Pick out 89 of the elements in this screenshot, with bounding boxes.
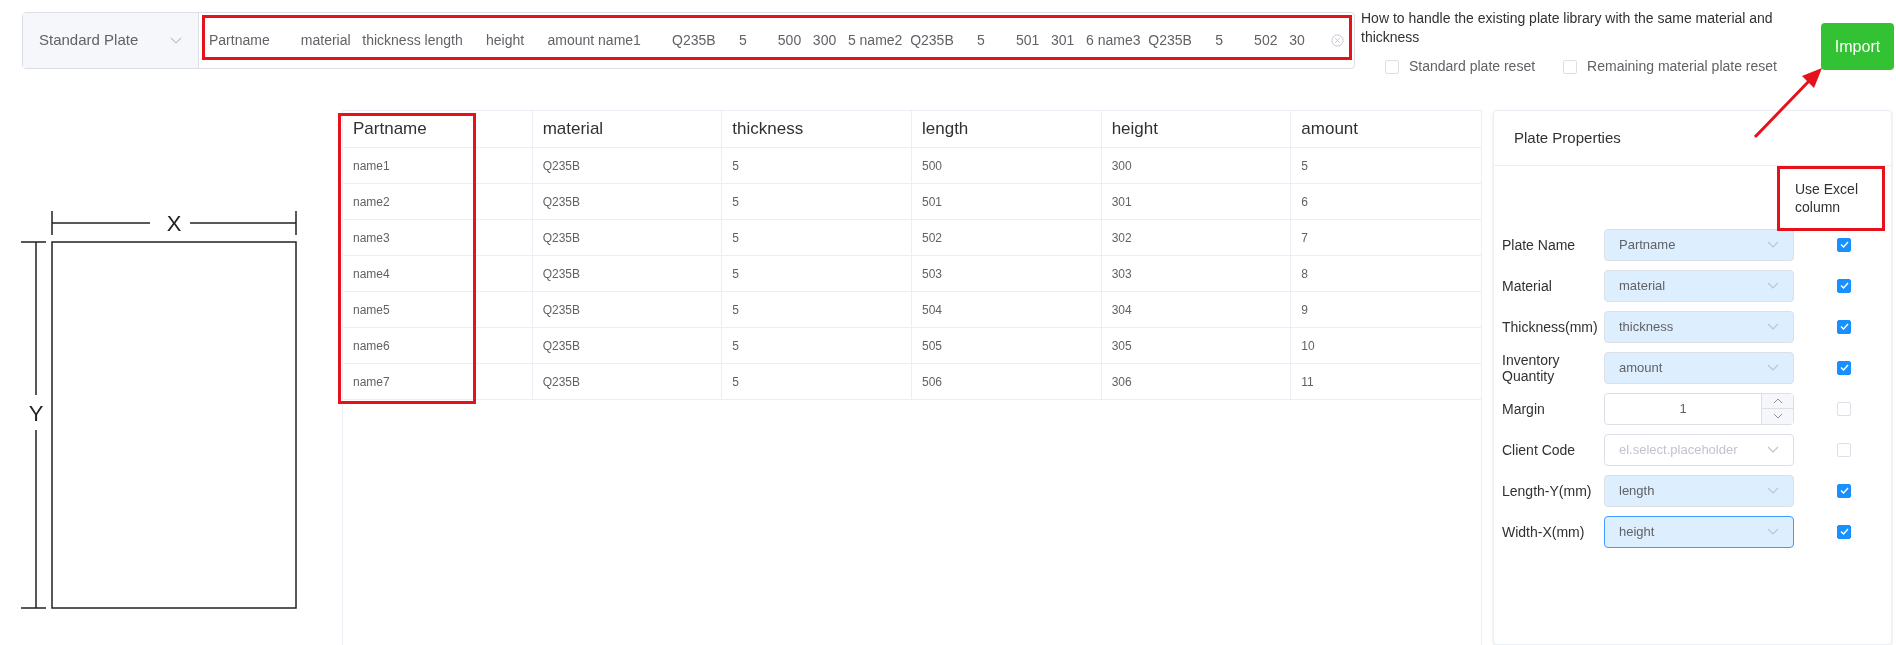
table-cell: 5: [722, 364, 912, 399]
dimension-label: X: [166, 211, 182, 236]
chevron-down-icon: [1767, 363, 1779, 372]
table-cell: 505: [912, 328, 1102, 363]
chevron-down-icon: [1767, 486, 1779, 495]
option-label: Remaining material plate reset: [1587, 57, 1777, 76]
select-field[interactable]: material: [1604, 269, 1794, 302]
select-field[interactable]: amount: [1604, 351, 1794, 384]
table-cell: name3: [343, 220, 533, 255]
checkbox[interactable]: [1837, 278, 1851, 293]
chevron-down-icon: [1767, 240, 1779, 249]
source-select[interactable]: Standard Plate: [23, 13, 199, 68]
table-cell: 504: [912, 292, 1102, 327]
clear-icon[interactable]: [1331, 34, 1344, 47]
field-label: Margin: [1502, 400, 1546, 417]
table-cell: 5: [722, 256, 912, 291]
chevron-down-icon: [1767, 445, 1779, 454]
table-cell: Q235B: [532, 184, 723, 219]
table-cell-text: 9: [1300, 301, 1309, 319]
table-cell: 304: [1101, 292, 1292, 327]
table-cell: 306: [1101, 364, 1292, 399]
chevron-down-icon: [170, 36, 182, 45]
chevron-down-icon: [1767, 322, 1779, 331]
table-cell-text: 7: [1300, 229, 1309, 247]
table-cell: 506: [912, 364, 1102, 399]
table-cell: 5: [722, 292, 912, 327]
table-cell: 502: [912, 220, 1102, 255]
checkbox[interactable]: [1837, 319, 1851, 334]
chevron-down-icon[interactable]: [1772, 413, 1783, 420]
column-header: thickness: [722, 111, 912, 147]
table-cell: 302: [1101, 220, 1292, 255]
table-cell: 5: [722, 184, 912, 219]
table-cell: Q235B: [532, 328, 723, 363]
table-cell: 5: [722, 220, 912, 255]
table-cell: name1: [343, 148, 533, 183]
table-cell: 5: [722, 148, 912, 183]
select-field[interactable]: height: [1604, 515, 1794, 548]
table-cell: 303: [1101, 256, 1292, 291]
table-cell: Q235B: [532, 220, 723, 255]
table-cell: name2: [343, 184, 533, 219]
table-cell: name4: [343, 256, 533, 291]
table-cell: Q235B: [532, 364, 723, 399]
column-header: length: [912, 111, 1102, 147]
paste-field[interactable]: Partname material thickness length height amount name1 Q235B 5 500 300 5 name2 Q235B 5 501 301 6 name3 Q235B 5 502 30: [209, 30, 1327, 51]
table-cell: Q235B: [532, 148, 723, 183]
table-cell: 305: [1101, 328, 1292, 363]
select-field[interactable]: length: [1604, 474, 1794, 507]
field-label: Client Code: [1502, 441, 1577, 458]
table-cell: name6: [343, 328, 533, 363]
table-cell: 501: [912, 184, 1102, 219]
chevron-down-icon: [1767, 527, 1779, 536]
option-label: Standard plate reset: [1409, 57, 1536, 76]
table-cell-text: 11: [1300, 373, 1315, 391]
panel-title: Plate Properties: [1494, 111, 1891, 166]
number-field[interactable]: 1: [1604, 392, 1794, 425]
table-cell: 500: [912, 148, 1102, 183]
table-cell: name7: [343, 364, 533, 399]
field-label: Length-Y(mm): [1502, 482, 1593, 499]
field-label: Inventory Quantity: [1502, 351, 1561, 384]
select-field[interactable]: thickness: [1604, 310, 1794, 343]
checkbox[interactable]: [1837, 483, 1851, 498]
table-cell: 301: [1101, 184, 1292, 219]
dimension-label: Y: [28, 401, 44, 426]
column-heading: Use Excel column: [1795, 180, 1860, 216]
question-text: How to handle the existing plate library with the same material and thickness: [1361, 9, 1774, 47]
column-header: Partname: [343, 111, 533, 147]
chevron-down-icon: [1767, 281, 1779, 290]
table-cell: Q235B: [532, 256, 723, 291]
field-label: Thickness(mm): [1502, 318, 1599, 335]
select-field[interactable]: Partname: [1604, 228, 1794, 261]
column-header: height: [1101, 111, 1292, 147]
table-cell: 503: [912, 256, 1102, 291]
table-cell-text: 8: [1300, 265, 1309, 283]
chevron-up-icon[interactable]: [1772, 397, 1783, 404]
table-cell: name5: [343, 292, 533, 327]
field-label: Width-X(mm): [1502, 523, 1586, 540]
checkbox[interactable]: [1837, 237, 1851, 252]
column-header: amount: [1300, 118, 1360, 141]
table-cell-text: 10: [1300, 337, 1316, 355]
table-cell: 5: [722, 328, 912, 363]
table-cell-text: 6: [1300, 193, 1309, 211]
column-header: material: [532, 111, 723, 147]
checkbox[interactable]: [1837, 524, 1851, 539]
table-cell: Q235B: [532, 292, 723, 327]
field-label: Material: [1502, 277, 1553, 294]
field-label: Plate Name: [1502, 236, 1577, 253]
table-cell: 300: [1101, 148, 1292, 183]
table-cell-text: 5: [1300, 157, 1309, 175]
checkbox[interactable]: [1837, 360, 1851, 375]
